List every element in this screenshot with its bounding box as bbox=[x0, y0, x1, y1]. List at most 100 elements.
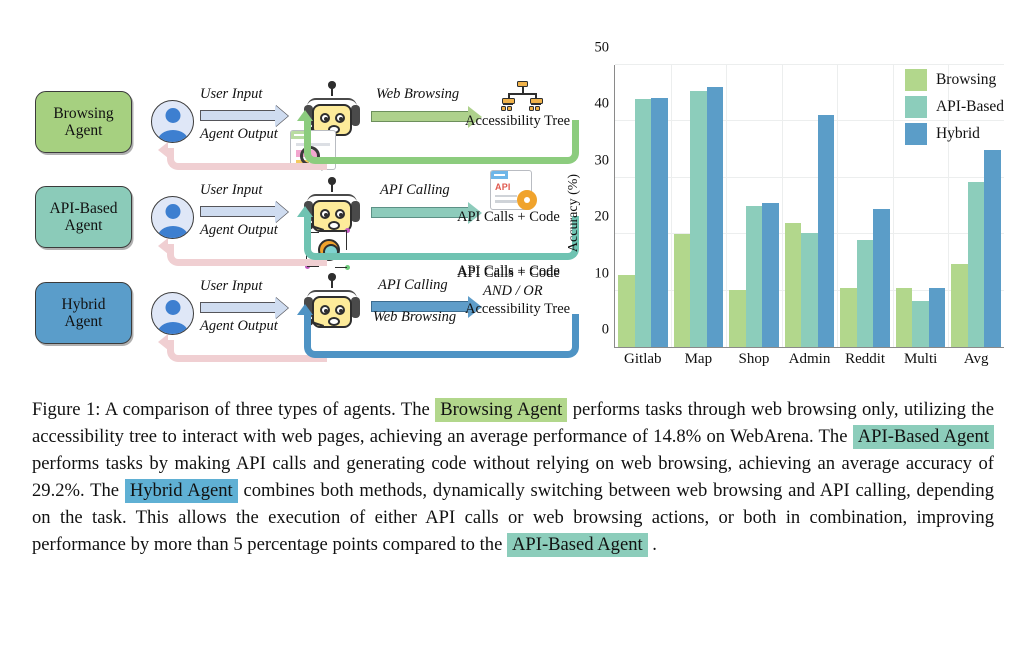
chart-bar-group: Map bbox=[671, 65, 727, 367]
user-avatar-icon-2 bbox=[151, 196, 194, 239]
chart-bar-group: Reddit bbox=[837, 65, 893, 367]
arrow-user-input-1 bbox=[200, 110, 276, 121]
avatar-head bbox=[165, 204, 180, 219]
flow-label-user-input-2: User Input bbox=[200, 182, 263, 198]
flow-label-user-input-1: User Input bbox=[200, 86, 263, 102]
agent-box-api-based: API-Based Agent bbox=[35, 186, 132, 248]
arrowhead-agent-output-2 bbox=[158, 238, 168, 254]
chart-legend-label: Browsing bbox=[935, 71, 997, 88]
chart-bar-browsing bbox=[951, 263, 968, 347]
agent-flow-diagram: Browsing Agent User Input Web Browsing A… bbox=[28, 58, 588, 378]
chart-bar-api-based bbox=[912, 300, 929, 347]
user-avatar-icon-3 bbox=[151, 292, 194, 335]
agent-box-hybrid: Hybrid Agent bbox=[35, 282, 132, 344]
chart-bar-browsing bbox=[618, 275, 635, 347]
chart-bar-browsing bbox=[784, 223, 802, 347]
chart-bar-hybrid bbox=[651, 97, 668, 347]
chart-x-tick: Gitlab bbox=[624, 351, 662, 367]
accessibility-tree-icon bbox=[500, 81, 544, 111]
caption-seg-1: Figure 1: A comparison of three types of… bbox=[32, 399, 436, 420]
chart-legend-item: Browsing bbox=[904, 69, 1004, 91]
figure-caption: Figure 1: A comparison of three types of… bbox=[32, 396, 994, 558]
chart-bar-hybrid bbox=[928, 288, 946, 347]
loop-api-return bbox=[304, 216, 579, 260]
chart-legend-label: Hybrid bbox=[935, 125, 980, 142]
arrowhead-browsing-return bbox=[297, 110, 313, 121]
chart-bar-api-based bbox=[856, 240, 874, 347]
agent-box-hybrid-line2: Agent bbox=[64, 313, 103, 330]
chart-bar-api-based bbox=[634, 99, 652, 347]
robot-antenna bbox=[328, 273, 337, 288]
chart-legend-label: API-Based bbox=[935, 98, 1004, 115]
arrowhead-hybrid-return bbox=[297, 304, 313, 315]
chart-x-tick: Shop bbox=[738, 351, 770, 367]
chart-y-tick: 20 bbox=[594, 208, 610, 225]
accuracy-bar-chart: Accuracy (%) 0 10 20 30 40 50 Gitlab Map Shop Adm… bbox=[566, 40, 1008, 380]
agent-box-api-line2: Agent bbox=[64, 217, 103, 234]
flow-label-api-calling-2: API Calling bbox=[380, 182, 450, 198]
chart-legend-item: API-Based bbox=[904, 96, 1004, 118]
chart-legend-swatch bbox=[904, 123, 927, 145]
chart-bar-api-based bbox=[801, 233, 818, 347]
chart-bar-hybrid bbox=[984, 150, 1001, 347]
loop-agent-output-3 bbox=[167, 340, 327, 362]
loop-agent-output-1 bbox=[167, 148, 327, 170]
chart-x-tick: Avg bbox=[963, 351, 989, 367]
chart-legend-item: Hybrid bbox=[904, 123, 1004, 145]
chart-bar-hybrid bbox=[706, 87, 724, 347]
chart-x-tick: Reddit bbox=[845, 351, 886, 367]
agent-box-browsing: Browsing Agent bbox=[35, 91, 132, 153]
api-gear-icon bbox=[517, 190, 537, 210]
chart-bar-group: Gitlab bbox=[615, 65, 671, 367]
chart-bar-api-based bbox=[745, 206, 763, 347]
chart-x-tick: Map bbox=[684, 351, 713, 367]
output-label-and-or: AND / OR bbox=[483, 283, 543, 299]
flow-label-agent-output-1: Agent Output bbox=[200, 126, 278, 142]
caption-highlight-hybrid-agent: Hybrid Agent bbox=[124, 479, 238, 504]
chart-bar-hybrid bbox=[817, 114, 835, 347]
caption-highlight-browsing-agent: Browsing Agent bbox=[435, 398, 568, 422]
arrow-user-input-3 bbox=[200, 302, 276, 313]
flow-label-api-calling-3: API Calling bbox=[378, 277, 448, 293]
hybrid-result-line1-anchor: API Calls + Code bbox=[457, 265, 560, 281]
caption-seg-5: . bbox=[647, 534, 657, 556]
agent-box-hybrid-line1: Hybrid bbox=[61, 295, 106, 313]
chart-legend: Browsing API-Based Hybrid bbox=[904, 69, 1004, 150]
user-avatar-icon bbox=[151, 100, 194, 143]
flow-label-web-browsing-1: Web Browsing bbox=[376, 86, 460, 102]
chart-bar-browsing bbox=[895, 288, 913, 347]
chart-bar-hybrid bbox=[873, 209, 890, 347]
chart-y-tick: 0 bbox=[601, 321, 609, 338]
arrowhead-agent-output-1 bbox=[158, 142, 168, 158]
avatar-head bbox=[165, 300, 180, 315]
flow-label-agent-output-3: Agent Output bbox=[200, 318, 278, 334]
chart-bar-group: Admin bbox=[782, 65, 838, 367]
robot-antenna bbox=[328, 177, 337, 192]
flow-label-user-input-3: User Input bbox=[200, 278, 263, 294]
arrow-user-input-2 bbox=[200, 206, 276, 217]
chart-bar-browsing bbox=[729, 290, 746, 347]
chart-x-tick: Admin bbox=[788, 351, 831, 367]
flow-label-agent-output-2: Agent Output bbox=[200, 222, 278, 238]
agent-box-browsing-line1: Browsing bbox=[53, 104, 114, 122]
chart-y-tick: 30 bbox=[594, 152, 610, 169]
chart-bar-browsing bbox=[673, 233, 691, 347]
chart-y-axis-label: Accuracy (%) bbox=[566, 173, 581, 253]
caption-highlight-api-based-agent: API-Based Agent bbox=[852, 425, 994, 450]
chart-x-tick: Multi bbox=[903, 351, 938, 367]
arrowhead-api-return bbox=[297, 206, 313, 217]
chart-y-tick: 10 bbox=[594, 265, 610, 282]
chart-y-tick: 50 bbox=[594, 39, 610, 56]
loop-agent-output-2 bbox=[167, 244, 327, 266]
chart-bar-api-based bbox=[690, 90, 707, 347]
chart-bar-api-based bbox=[967, 182, 985, 347]
avatar-head bbox=[165, 108, 180, 123]
agent-box-api-line1: API-Based bbox=[49, 199, 118, 217]
arrowhead-agent-output-3 bbox=[158, 334, 168, 350]
loop-hybrid-return bbox=[304, 314, 579, 358]
caption-highlight-api-based-agent-2: API-Based Agent bbox=[507, 533, 648, 558]
chart-bar-browsing bbox=[840, 288, 857, 347]
chart-bar-hybrid bbox=[762, 202, 779, 347]
chart-bar-group: Shop bbox=[726, 65, 782, 367]
agent-box-browsing-line2: Agent bbox=[64, 122, 103, 139]
